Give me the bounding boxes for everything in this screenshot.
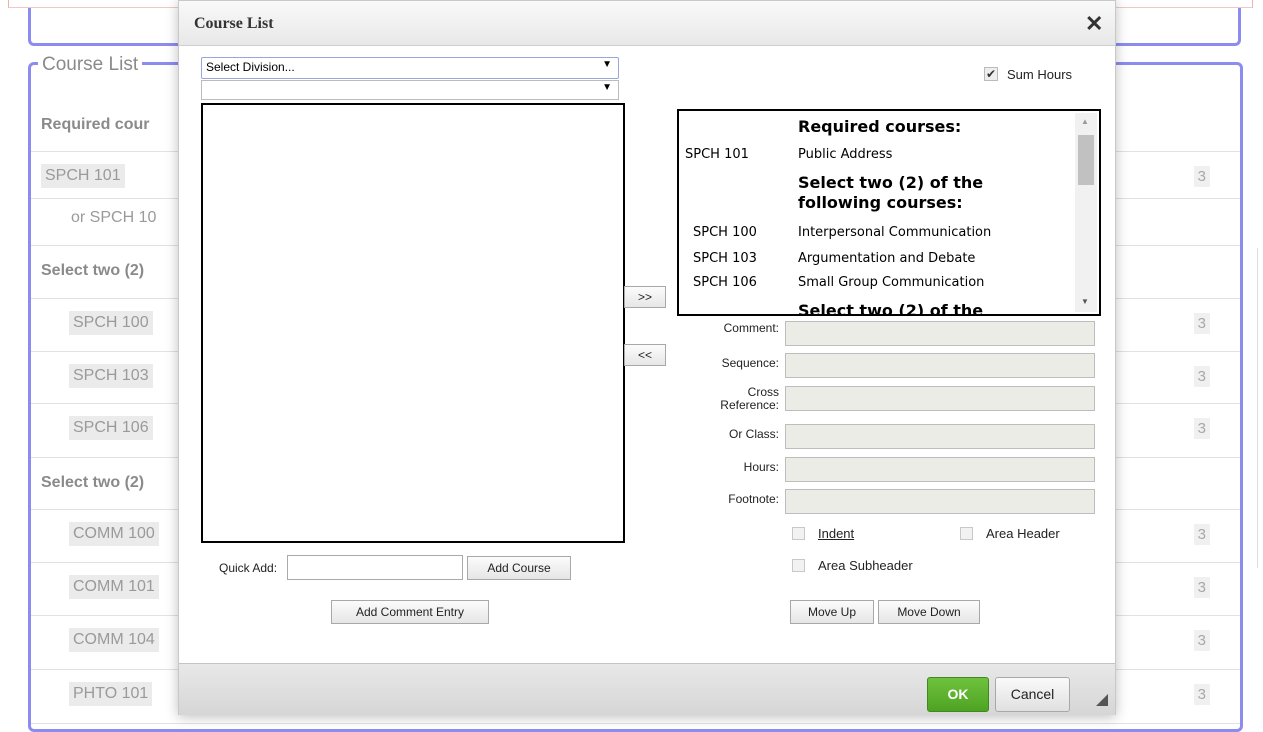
dialog-title: Course List xyxy=(194,15,274,32)
area-header-label: Area Header xyxy=(986,526,1060,541)
course-row-label: SPCH 101 xyxy=(41,164,125,188)
move-up-button[interactable]: Move Up xyxy=(790,600,874,624)
or-class-label: Or Class: xyxy=(728,427,779,441)
quick-add-input[interactable] xyxy=(287,555,463,580)
selected-course-title: Argumentation and Debate xyxy=(798,251,976,266)
selected-course-code: SPCH 101 xyxy=(685,147,749,162)
selected-list-heading: Select two (2) of the xyxy=(798,301,984,316)
course-row-label: SPCH 106 xyxy=(69,416,153,440)
check-icon: ✔ xyxy=(984,67,998,81)
scroll-down-icon[interactable]: ▼ xyxy=(1081,297,1089,306)
cancel-button[interactable]: Cancel xyxy=(995,677,1070,712)
move-left-button[interactable]: << xyxy=(624,344,666,366)
course-row-header: Required cour xyxy=(41,116,150,133)
course-row-label: COMM 101 xyxy=(69,575,159,599)
sum-hours-label: Sum Hours xyxy=(1007,67,1073,82)
course-row-label: SPCH 103 xyxy=(69,364,153,388)
course-row-hours: 3 xyxy=(1193,313,1210,334)
available-courses-list[interactable] xyxy=(201,103,625,543)
footnote-label: Footnote: xyxy=(728,492,779,506)
selected-list-heading: Select two (2) of the following courses: xyxy=(798,173,984,212)
selected-courses-list[interactable]: Required courses: SPCH 101 Public Address S… xyxy=(677,109,1101,316)
area-subheader-label: Area Subheader xyxy=(818,558,913,573)
cross-reference-field[interactable] xyxy=(785,386,1095,411)
scroll-up-icon[interactable]: ▲ xyxy=(1081,117,1089,126)
footnote-field[interactable] xyxy=(785,489,1095,514)
dialog-footer: OK Cancel xyxy=(179,663,1115,715)
course-row-header: Select two (2) xyxy=(41,262,145,279)
selected-course-title: Small Group Communication xyxy=(798,275,985,290)
or-class-field[interactable] xyxy=(785,424,1095,449)
course-row-hours: 3 xyxy=(1193,418,1210,439)
cross-reference-label: Cross Reference: xyxy=(689,386,779,412)
area-subheader-checkbox-box[interactable] xyxy=(792,559,805,572)
move-right-button[interactable]: >> xyxy=(624,286,666,308)
selected-course-code: SPCH 103 xyxy=(693,251,757,266)
selected-course-code: SPCH 100 xyxy=(693,225,757,240)
course-row-hours: 3 xyxy=(1193,577,1210,598)
dialog-header: Course List ✕ xyxy=(179,1,1115,46)
course-list-dialog: Course List ✕ Select Division... ▼ ▼ >> … xyxy=(178,0,1116,715)
quick-add-label: Quick Add: xyxy=(219,561,278,575)
course-row-hours: 3 xyxy=(1193,630,1210,651)
course-row-header: Select two (2) xyxy=(41,474,145,491)
course-row-label: COMM 100 xyxy=(69,522,159,546)
add-comment-entry-button[interactable]: Add Comment Entry xyxy=(331,600,489,624)
course-row-label: or SPCH 10 xyxy=(71,209,157,226)
selected-list-scrollbar[interactable]: ▲ ▼ xyxy=(1075,113,1097,312)
division-select[interactable]: Select Division... ▼ xyxy=(201,57,619,79)
indent-label: Indent xyxy=(818,526,855,541)
comment-field[interactable] xyxy=(785,321,1095,346)
selected-list-heading: Required courses: xyxy=(798,117,962,136)
course-list-legend: Course List xyxy=(38,54,143,76)
selected-course-title: Interpersonal Communication xyxy=(798,225,992,240)
sequence-field[interactable] xyxy=(785,353,1095,378)
chevron-down-icon: ▼ xyxy=(602,82,612,93)
page-scroll-edge xyxy=(1257,248,1258,568)
move-down-button[interactable]: Move Down xyxy=(878,600,980,624)
course-row-label: COMM 104 xyxy=(69,628,159,652)
hours-label: Hours: xyxy=(743,460,779,474)
area-header-checkbox-box[interactable] xyxy=(960,527,973,540)
chevron-down-icon: ▼ xyxy=(602,59,612,70)
selected-course-code: SPCH 106 xyxy=(693,275,757,290)
close-icon[interactable]: ✕ xyxy=(1085,11,1103,37)
ok-button[interactable]: OK xyxy=(927,677,989,712)
course-row-hours: 3 xyxy=(1193,366,1210,387)
comment-label: Comment: xyxy=(723,321,779,335)
add-course-button[interactable]: Add Course xyxy=(467,556,571,580)
cross-reference-label-line2: Reference: xyxy=(720,398,779,412)
subdivision-select[interactable]: ▼ xyxy=(201,80,619,100)
resize-grip-icon[interactable] xyxy=(1096,694,1108,706)
course-row-label: SPCH 100 xyxy=(69,311,153,335)
course-row-hours: 3 xyxy=(1193,524,1210,545)
scrollbar-thumb[interactable] xyxy=(1078,135,1094,185)
course-row-hours: 3 xyxy=(1193,684,1210,705)
course-row-label: PHTO 101 xyxy=(69,682,153,706)
indent-checkbox-box[interactable] xyxy=(792,527,805,540)
course-row-hours: 3 xyxy=(1193,166,1210,187)
selected-course-title: Public Address xyxy=(798,147,893,162)
division-select-value: Select Division... xyxy=(206,60,295,74)
sequence-label: Sequence: xyxy=(721,356,779,370)
hours-field[interactable] xyxy=(785,457,1095,482)
